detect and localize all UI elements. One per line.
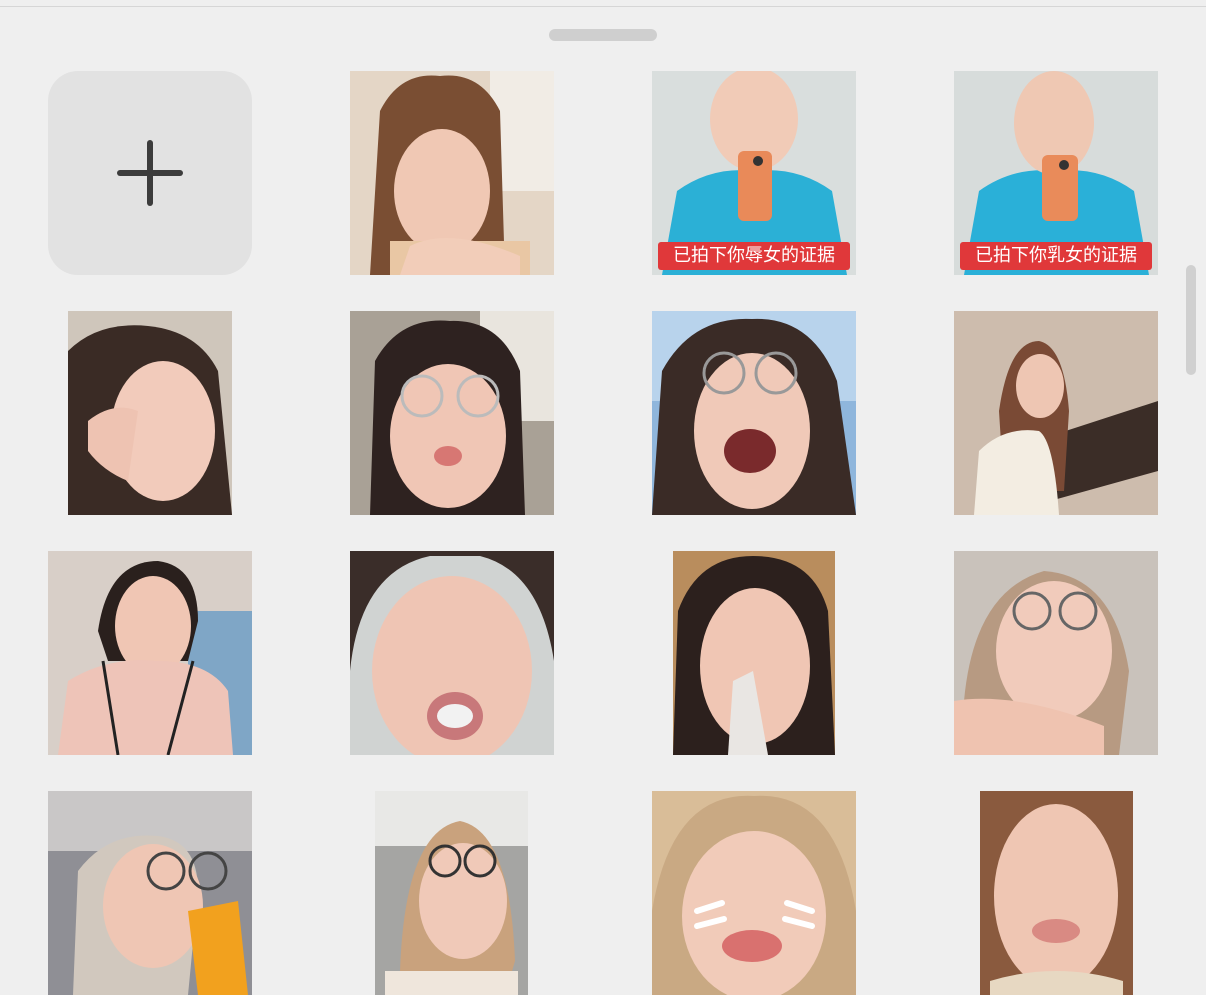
sticker-9[interactable]: [350, 551, 554, 755]
sticker-6-image: [652, 311, 856, 515]
sticker-1-image: [350, 71, 554, 275]
sticker-13-image: [375, 791, 528, 995]
sticker-15-image: [980, 791, 1133, 995]
sticker-7-image: [954, 311, 1158, 515]
sticker-9-image: [350, 551, 554, 755]
sticker-8-image: [48, 551, 252, 755]
sticker-grid: 已拍下你辱女的证据 已拍下你乳女的证据: [0, 0, 1206, 995]
sticker-13[interactable]: [375, 791, 528, 995]
add-sticker-button[interactable]: [48, 71, 252, 275]
sticker-14-image: [652, 791, 856, 995]
sticker-1[interactable]: [350, 71, 554, 275]
sticker-5-image: [350, 311, 554, 515]
sticker-12-image: [48, 791, 252, 995]
sticker-12[interactable]: [48, 791, 252, 995]
sticker-4[interactable]: [68, 311, 232, 515]
sticker-7[interactable]: [954, 311, 1158, 515]
sticker-8[interactable]: [48, 551, 252, 755]
sticker-6[interactable]: [652, 311, 856, 515]
sticker-caption: 已拍下你乳女的证据: [960, 242, 1152, 270]
sticker-15[interactable]: [980, 791, 1133, 995]
sticker-5[interactable]: [350, 311, 554, 515]
sticker-10-image: [673, 551, 835, 755]
plus-icon: [117, 140, 183, 206]
sticker-caption: 已拍下你辱女的证据: [658, 242, 850, 270]
sticker-10[interactable]: [673, 551, 835, 755]
sticker-4-image: [68, 311, 232, 515]
sticker-11-image: [954, 551, 1158, 755]
sticker-3[interactable]: 已拍下你乳女的证据: [954, 71, 1158, 275]
sticker-14[interactable]: [652, 791, 856, 995]
sticker-2[interactable]: 已拍下你辱女的证据: [652, 71, 856, 275]
sticker-11[interactable]: [954, 551, 1158, 755]
